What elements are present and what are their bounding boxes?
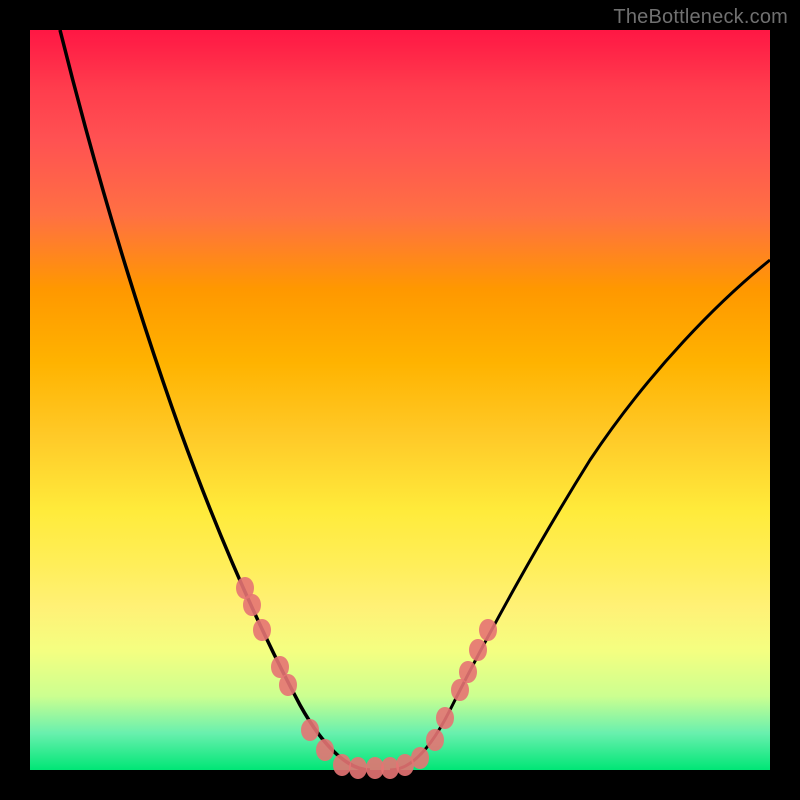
highlight-dot [426,729,444,751]
highlight-dot [243,594,261,616]
highlight-dot [459,661,477,683]
highlight-dot [411,747,429,769]
curves-svg [30,30,770,770]
watermark-text: TheBottleneck.com [613,6,788,29]
plot-area [30,30,770,770]
highlight-dot [253,619,271,641]
highlight-dot [279,674,297,696]
highlight-dot [479,619,497,641]
highlight-dot [349,757,367,779]
highlight-dot [436,707,454,729]
left-curve [60,30,370,770]
highlight-dot [301,719,319,741]
highlight-dot [316,739,334,761]
right-curve [390,260,770,770]
highlight-dot [469,639,487,661]
